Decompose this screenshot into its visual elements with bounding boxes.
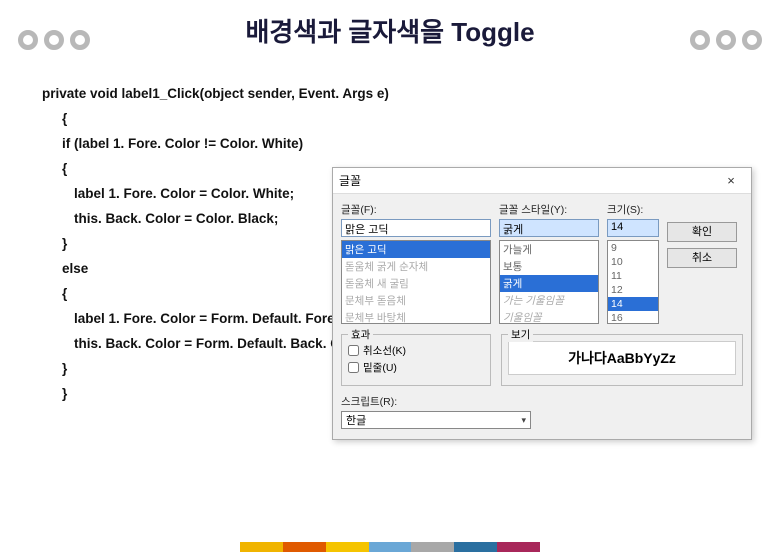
- circle-icon: [716, 30, 736, 50]
- stripe: [411, 542, 454, 552]
- stripe: [369, 542, 412, 552]
- size-list[interactable]: 9 10 11 12 14 16: [607, 240, 659, 324]
- decor-circles-left: [18, 30, 90, 50]
- list-item[interactable]: 가늘게: [500, 241, 598, 258]
- circle-icon: [70, 30, 90, 50]
- cancel-button[interactable]: 취소: [667, 248, 737, 268]
- list-item[interactable]: 돋움체 새 굴림: [342, 275, 490, 292]
- script-label: 스크립트(R):: [341, 394, 743, 409]
- preview-sample: 가나다AaBbYyZz: [508, 341, 736, 375]
- list-item[interactable]: 보통: [500, 258, 598, 275]
- font-list[interactable]: 맑은 고딕 돋움체 굵게 순자체 돋움체 새 굴림 문체부 돋음체 문체부 바탕…: [341, 240, 491, 324]
- underline-checkbox[interactable]: 밑줄(U): [348, 360, 484, 375]
- list-item[interactable]: 맑은 고딕: [342, 241, 490, 258]
- code-line: if (label 1. Fore. Color != Color. White…: [42, 132, 389, 157]
- list-item[interactable]: 11: [608, 269, 658, 283]
- ok-button[interactable]: 확인: [667, 222, 737, 242]
- list-item[interactable]: 16: [608, 311, 658, 324]
- list-item[interactable]: 굵게: [500, 275, 598, 292]
- font-label: 글꼴(F):: [341, 202, 491, 217]
- font-input[interactable]: 맑은 고딕: [341, 219, 491, 237]
- preview-title: 보기: [508, 327, 533, 342]
- stripe: [454, 542, 497, 552]
- list-item[interactable]: 가는 기울임꼴: [500, 292, 598, 309]
- circle-icon: [44, 30, 64, 50]
- spacer: [667, 202, 737, 214]
- list-item[interactable]: 10: [608, 255, 658, 269]
- page-title: 배경색과 글자색을 Toggle: [0, 12, 780, 49]
- effects-group: 효과 취소선(K) 밑줄(U): [341, 334, 491, 386]
- dialog-title-text: 글꼴: [339, 172, 717, 189]
- list-item[interactable]: 14: [608, 297, 658, 311]
- circle-icon: [742, 30, 762, 50]
- list-item[interactable]: 12: [608, 283, 658, 297]
- close-icon[interactable]: ×: [717, 173, 745, 188]
- style-label: 글꼴 스타일(Y):: [499, 202, 599, 217]
- dialog-titlebar[interactable]: 글꼴 ×: [333, 168, 751, 194]
- size-label: 크기(S):: [607, 202, 659, 217]
- list-item[interactable]: 돋움체 굵게 순자체: [342, 258, 490, 275]
- stripe: [326, 542, 369, 552]
- style-input[interactable]: 굵게: [499, 219, 599, 237]
- circle-icon: [690, 30, 710, 50]
- footer-stripes: [240, 542, 540, 552]
- style-list[interactable]: 가늘게 보통 굵게 가는 기울임꼴 기울임꼴 굵은 기울임꼴: [499, 240, 599, 324]
- circle-icon: [18, 30, 38, 50]
- checkbox-icon[interactable]: [348, 362, 359, 373]
- script-dropdown[interactable]: 한글: [341, 411, 531, 429]
- font-dialog: 글꼴 × 글꼴(F): 맑은 고딕 맑은 고딕 돋움체 굵게 순자체 돋움체 새…: [332, 167, 752, 440]
- list-item[interactable]: 기울임꼴: [500, 309, 598, 324]
- size-input[interactable]: 14: [607, 219, 659, 237]
- checkbox-icon[interactable]: [348, 345, 359, 356]
- list-item[interactable]: 문체부 바탕체: [342, 309, 490, 324]
- stripe: [497, 542, 540, 552]
- decor-circles-right: [690, 30, 762, 50]
- preview-group: 보기 가나다AaBbYyZz: [501, 334, 743, 386]
- stripe: [240, 542, 283, 552]
- code-line: {: [42, 107, 389, 132]
- code-line: private void label1_Click(object sender,…: [42, 82, 389, 107]
- list-item[interactable]: 9: [608, 241, 658, 255]
- effects-title: 효과: [348, 327, 373, 342]
- strike-checkbox[interactable]: 취소선(K): [348, 343, 484, 358]
- list-item[interactable]: 문체부 돋음체: [342, 292, 490, 309]
- stripe: [283, 542, 326, 552]
